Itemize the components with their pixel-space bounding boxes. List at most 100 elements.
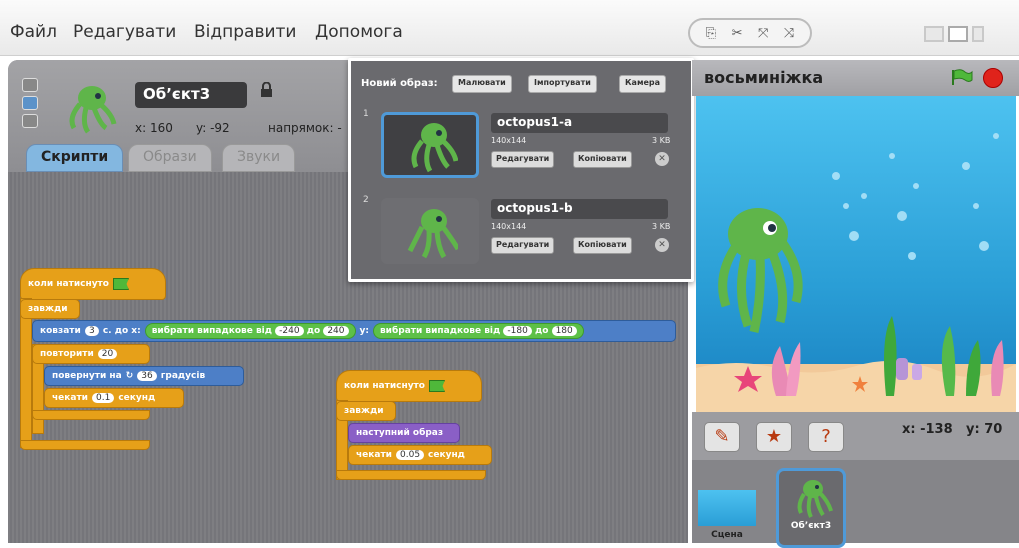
wait-label: чекати bbox=[356, 450, 392, 460]
random-x-to[interactable]: 240 bbox=[323, 326, 349, 336]
wait-input-2[interactable]: 0.05 bbox=[396, 450, 425, 460]
copy-costume-button[interactable]: Копіювати bbox=[573, 151, 632, 168]
wait-input[interactable]: 0.1 bbox=[92, 393, 115, 403]
when-flag-block-2[interactable]: коли натиснуто bbox=[336, 370, 482, 402]
glide-block[interactable]: ковзати 3 с. до х: вибрати випадкове від… bbox=[32, 320, 676, 342]
menu-share[interactable]: Відправити bbox=[194, 22, 296, 42]
forever-block-2[interactable]: завжди bbox=[336, 401, 396, 421]
random-y-from[interactable]: -180 bbox=[503, 326, 532, 336]
costume-thumbnail[interactable] bbox=[381, 112, 479, 178]
delete-icon[interactable]: ✂ bbox=[732, 26, 743, 41]
menu-edit[interactable]: Редагувати bbox=[73, 22, 176, 42]
underwater-scene bbox=[696, 133, 1016, 412]
forever-label: завжди bbox=[344, 406, 384, 416]
costume-size: 3 KB bbox=[652, 222, 671, 231]
octopus-image bbox=[797, 480, 833, 518]
turn-block[interactable]: повернути на ↻ 36 градусів bbox=[44, 366, 244, 386]
costume-index: 2 bbox=[363, 195, 369, 205]
glide-label: ковзати bbox=[40, 326, 81, 336]
repeat-count-input[interactable]: 20 bbox=[97, 349, 118, 359]
delete-costume-icon[interactable]: ✕ bbox=[655, 152, 669, 166]
mouse-x-readout: x: -138 bbox=[902, 422, 953, 437]
new-costume-label: Новий образ: bbox=[361, 78, 438, 89]
camera-button[interactable]: Камера bbox=[619, 75, 667, 93]
grow-icon[interactable]: ⤧ bbox=[758, 26, 768, 41]
menu-help[interactable]: Допомога bbox=[315, 22, 403, 42]
wait-block-2[interactable]: чекати 0.05 секунд bbox=[348, 445, 492, 465]
pick-random-label: вибрати випадкове від bbox=[379, 326, 501, 336]
costume-item[interactable]: 1 octopus1-a 140x144 3 KB Редагувати Коп… bbox=[351, 109, 691, 189]
forever-block[interactable]: завжди bbox=[20, 299, 80, 319]
costumes-popup: Новий образ: Малювати Імпортувати Камера… bbox=[348, 58, 694, 282]
no-rotate-icon[interactable] bbox=[22, 114, 38, 128]
sprite-name-field[interactable]: Об’єкт3 bbox=[135, 82, 247, 108]
next-costume-label: наступний образ bbox=[356, 428, 444, 438]
glide-to-x-label: с. до х: bbox=[102, 326, 141, 336]
menu-file[interactable]: Файл bbox=[10, 22, 57, 42]
y-label: у: bbox=[359, 326, 369, 336]
paint-sprite-icon[interactable]: ✎ bbox=[704, 422, 740, 452]
green-flag-icon bbox=[112, 278, 129, 290]
forever-label: завжди bbox=[28, 304, 68, 314]
forever-end bbox=[20, 440, 150, 450]
sprite-y: y: -92 bbox=[196, 121, 230, 135]
choose-sprite-icon[interactable]: ★ bbox=[756, 422, 792, 452]
costume-item[interactable]: 2 octopus1-b 140x144 3 KB Редагувати Коп… bbox=[351, 195, 691, 275]
octopus-image bbox=[411, 123, 458, 173]
mouse-y-readout: y: 70 bbox=[966, 422, 1003, 437]
new-sprite-bar: ✎ ★ ? x: -138 y: 70 bbox=[692, 412, 1019, 460]
stop-icon[interactable] bbox=[983, 68, 1003, 88]
tab-costumes[interactable]: Образи bbox=[128, 144, 212, 172]
copy-costume-button[interactable]: Копіювати bbox=[573, 237, 632, 254]
small-stage-icon[interactable] bbox=[924, 26, 944, 42]
glide-secs-input[interactable]: 3 bbox=[84, 326, 99, 336]
left-right-icon[interactable] bbox=[22, 96, 38, 110]
paint-button[interactable]: Малювати bbox=[452, 75, 512, 93]
sprite-tools: ⎘ ✂ ⤧ ⤨ bbox=[688, 18, 812, 48]
wait-block[interactable]: чекати 0.1 секунд bbox=[44, 388, 184, 408]
sprite-direction: напрямок: - bbox=[268, 121, 342, 135]
stage-canvas[interactable] bbox=[696, 96, 1016, 412]
sprite-tile[interactable]: Об’єкт3 bbox=[776, 468, 846, 548]
lock-icon[interactable] bbox=[260, 82, 273, 98]
random-sprite-icon[interactable]: ? bbox=[808, 422, 844, 452]
duplicate-icon[interactable]: ⎘ bbox=[706, 26, 716, 41]
tab-sounds[interactable]: Звуки bbox=[222, 144, 296, 172]
costume-index: 1 bbox=[363, 109, 369, 119]
repeat-block[interactable]: повторити 20 bbox=[32, 344, 150, 364]
pick-random-label: вибрати випадкове від bbox=[151, 326, 272, 336]
to-label: до bbox=[306, 326, 321, 336]
repeat-label: повторити bbox=[40, 349, 94, 359]
costume-name-field[interactable]: octopus1-a bbox=[491, 113, 668, 133]
stage-thumbnail[interactable] bbox=[698, 490, 756, 526]
project-title: восьминіжка bbox=[704, 68, 824, 87]
rotate-all-icon[interactable] bbox=[22, 78, 38, 92]
next-costume-block[interactable]: наступний образ bbox=[348, 423, 460, 443]
costume-thumbnail[interactable] bbox=[381, 198, 479, 264]
tab-scripts[interactable]: Скрипти bbox=[26, 144, 124, 172]
shrink-icon[interactable]: ⤨ bbox=[784, 26, 794, 41]
when-flag-label: коли натиснуто bbox=[28, 279, 109, 289]
turn-degrees-input[interactable]: 36 bbox=[137, 371, 157, 381]
edit-costume-button[interactable]: Редагувати bbox=[491, 151, 555, 168]
stage-header: восьминіжка bbox=[692, 60, 1019, 96]
turn-label: повернути на bbox=[52, 371, 122, 381]
octopus-image bbox=[407, 209, 458, 259]
random-x-from[interactable]: -240 bbox=[275, 326, 304, 336]
green-flag-icon[interactable] bbox=[951, 69, 973, 86]
stage-panel: восьминіжка ✎ ★ ? x: -138 y: 70 Сцена Об… bbox=[692, 60, 1019, 548]
repeat-end bbox=[32, 410, 150, 420]
delete-costume-icon[interactable]: ✕ bbox=[655, 238, 669, 252]
edit-costume-button[interactable]: Редагувати bbox=[491, 237, 555, 254]
pick-random-y[interactable]: вибрати випадкове від -180 до 180 bbox=[372, 323, 584, 339]
when-flag-block[interactable]: коли натиснуто bbox=[20, 268, 166, 300]
pick-random-x[interactable]: вибрати випадкове від -240 до 240 bbox=[144, 323, 356, 339]
costume-dimensions: 140x144 bbox=[491, 222, 527, 231]
presentation-mode-icon[interactable] bbox=[972, 26, 984, 42]
view-mode-buttons bbox=[924, 26, 984, 42]
random-y-to[interactable]: 180 bbox=[551, 326, 577, 336]
menu-bar: Файл Редагувати Відправити Допомога ⎘ ✂ … bbox=[0, 0, 1019, 56]
costume-name-field[interactable]: octopus1-b bbox=[491, 199, 668, 219]
normal-stage-icon[interactable] bbox=[948, 26, 968, 42]
import-button[interactable]: Імпортувати bbox=[528, 75, 597, 93]
